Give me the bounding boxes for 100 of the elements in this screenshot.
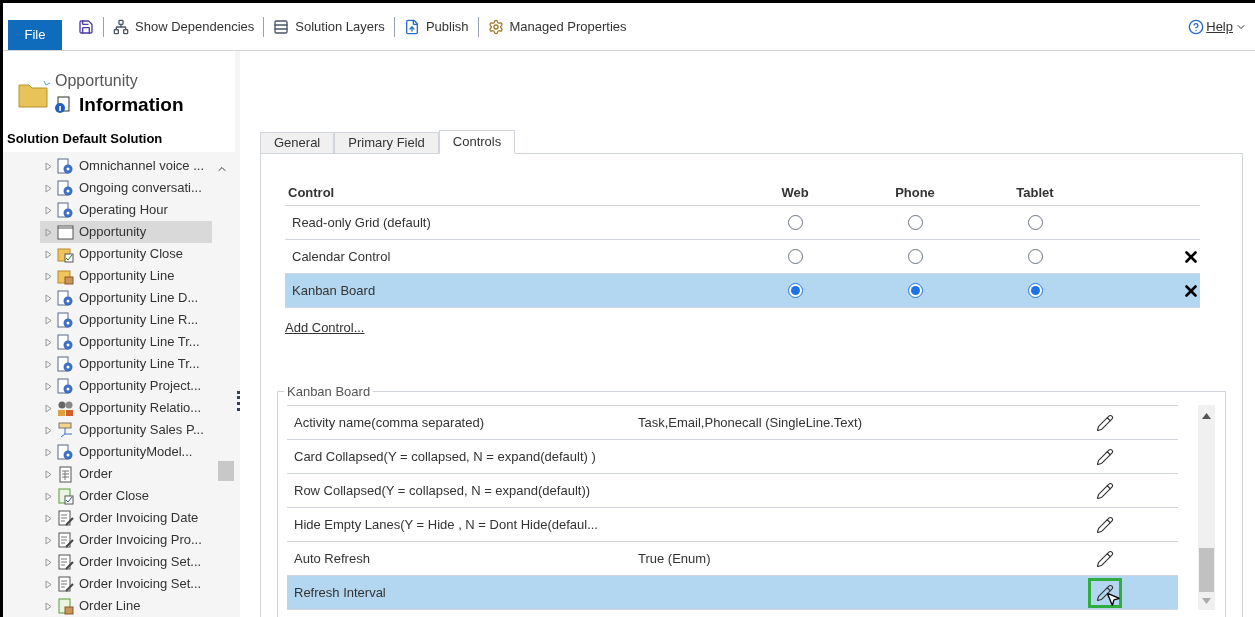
tree-item[interactable]: Opportunity Line D... xyxy=(40,287,212,309)
pencil-icon xyxy=(1096,413,1114,432)
column-header: Web xyxy=(780,183,810,202)
radio-button[interactable] xyxy=(787,215,803,230)
tab[interactable]: Controls xyxy=(438,130,516,154)
tab[interactable]: General xyxy=(260,132,335,154)
tree-item[interactable]: Opportunity xyxy=(40,221,212,243)
pencil-icon xyxy=(1096,515,1114,534)
expand-icon[interactable] xyxy=(45,249,52,259)
expand-icon[interactable] xyxy=(45,557,52,567)
tree-item[interactable]: Opportunity Line Tr... xyxy=(40,331,212,353)
radio-button[interactable] xyxy=(1027,249,1043,264)
expand-icon[interactable] xyxy=(45,315,52,325)
help-icon xyxy=(1188,18,1205,35)
scrollbar-thumb[interactable] xyxy=(1199,548,1214,592)
save-icon[interactable] xyxy=(78,18,94,35)
tree-icon xyxy=(113,18,129,35)
toolbar-button[interactable]: Solution Layers xyxy=(273,16,385,37)
splitter-handle[interactable] xyxy=(237,391,240,411)
layers-icon xyxy=(273,18,290,35)
property-row[interactable]: Hide Empty Lanes(Y = Hide , N = Dont Hide(defaul... xyxy=(287,508,1178,542)
property-row[interactable]: Card Collapsed(Y = collapsed, N = expand(default) ) xyxy=(287,440,1178,474)
expand-icon[interactable] xyxy=(45,227,52,237)
expand-icon[interactable] xyxy=(45,337,52,347)
toolbar-button[interactable]: Show Dependencies xyxy=(113,16,255,37)
tree-item[interactable]: Order Invoicing Date xyxy=(40,507,212,529)
tree-item[interactable]: Opportunity Sales P... xyxy=(40,419,212,441)
property-row[interactable]: Activity name(comma separated) Task,Email,Phonecall (SingleLine.Text) xyxy=(287,406,1178,440)
property-name: Hide Empty Lanes(Y = Hide , N = Dont Hide(defaul... xyxy=(293,515,599,534)
table-row[interactable]: Kanban Board xyxy=(285,274,1200,308)
radio-button[interactable] xyxy=(1027,283,1043,298)
tree-item[interactable]: Ongoing conversati... xyxy=(40,177,212,199)
document-pencil-icon xyxy=(57,575,74,593)
expand-icon[interactable] xyxy=(45,579,52,589)
control-name: Calendar Control xyxy=(291,247,392,266)
expand-icon[interactable] xyxy=(45,601,52,611)
expand-icon[interactable] xyxy=(45,513,52,523)
tree-item[interactable]: Omnichannel voice ... xyxy=(40,155,212,177)
radio-button[interactable] xyxy=(1027,215,1043,230)
expand-icon[interactable] xyxy=(45,161,52,171)
help-link[interactable]: Help xyxy=(1206,16,1233,37)
expand-icon[interactable] xyxy=(45,293,52,303)
tree-item[interactable]: Order Line xyxy=(40,595,212,617)
expand-icon[interactable] xyxy=(45,491,52,501)
tree-item[interactable]: Opportunity Line R... xyxy=(40,309,212,331)
property-name: Activity name(comma separated) xyxy=(293,413,485,432)
add-control-link[interactable]: Add Control... xyxy=(285,318,365,338)
column-header: Phone xyxy=(894,183,936,202)
expand-icon[interactable] xyxy=(45,469,52,479)
expand-icon[interactable] xyxy=(45,271,52,281)
scroll-up-icon[interactable] xyxy=(1202,413,1211,419)
scroll-down-icon[interactable] xyxy=(1202,598,1211,604)
radio-button[interactable] xyxy=(907,283,923,298)
tree-item[interactable]: Order Invoicing Set... xyxy=(40,573,212,595)
expand-icon[interactable] xyxy=(45,359,52,369)
tree-item[interactable]: Order Invoicing Set... xyxy=(40,551,212,573)
tree-item[interactable]: Opportunity Project... xyxy=(40,375,212,397)
property-name: Refresh Interval xyxy=(293,583,387,602)
tree-item[interactable]: Opportunity Line Tr... xyxy=(40,353,212,375)
property-row[interactable]: Refresh Interval xyxy=(287,576,1178,610)
edit-button[interactable] xyxy=(1088,577,1122,608)
folder-icon xyxy=(17,79,51,109)
expand-icon[interactable] xyxy=(45,535,52,545)
file-tab[interactable]: File xyxy=(8,20,62,50)
expand-icon[interactable] xyxy=(45,183,52,193)
tree-item[interactable]: Order xyxy=(40,463,212,485)
column-header: Control xyxy=(287,183,336,202)
tree-item[interactable]: OpportunityModel... xyxy=(40,441,212,463)
tab[interactable]: Primary Field xyxy=(334,132,439,154)
radio-button[interactable] xyxy=(907,215,923,230)
property-row[interactable]: Row Collapsed(Y = collapsed, N = expand(default)) xyxy=(287,474,1178,508)
expand-icon[interactable] xyxy=(45,403,52,413)
radio-button[interactable] xyxy=(907,249,923,264)
expand-icon[interactable] xyxy=(45,425,52,435)
document-box-icon xyxy=(57,597,74,615)
scrollbar-thumb[interactable] xyxy=(218,461,234,481)
tree-item[interactable]: Opportunity Relatio... xyxy=(40,397,212,419)
table-row[interactable]: Read-only Grid (default) xyxy=(285,206,1200,240)
expand-icon[interactable] xyxy=(45,447,52,457)
radio-button[interactable] xyxy=(787,283,803,298)
people-icon xyxy=(57,399,74,417)
tree-item[interactable]: Opportunity Line xyxy=(40,265,212,287)
column-header: Tablet xyxy=(1015,183,1055,202)
control-name: Read-only Grid (default) xyxy=(291,213,432,232)
tree-item[interactable]: Operating Hour xyxy=(40,199,212,221)
tree-item[interactable]: Order Close xyxy=(40,485,212,507)
property-value: True (Enum) xyxy=(638,550,711,566)
toolbar-button[interactable]: Managed Properties xyxy=(487,16,627,37)
document-gear-icon xyxy=(57,333,74,351)
window-icon xyxy=(57,223,74,241)
radio-button[interactable] xyxy=(787,249,803,264)
tree-item[interactable]: Opportunity Close xyxy=(40,243,212,265)
tree-item[interactable]: Order Invoicing Pro... xyxy=(40,529,212,551)
pencil-icon xyxy=(1096,583,1114,602)
expand-icon[interactable] xyxy=(45,205,52,215)
expand-icon[interactable] xyxy=(45,381,52,391)
document-pencil-icon xyxy=(57,531,74,549)
toolbar-button[interactable]: Publish xyxy=(403,16,469,37)
property-value: Task,Email,Phonecall (SingleLine.Text) xyxy=(638,414,862,430)
control-name: Kanban Board xyxy=(291,281,377,300)
